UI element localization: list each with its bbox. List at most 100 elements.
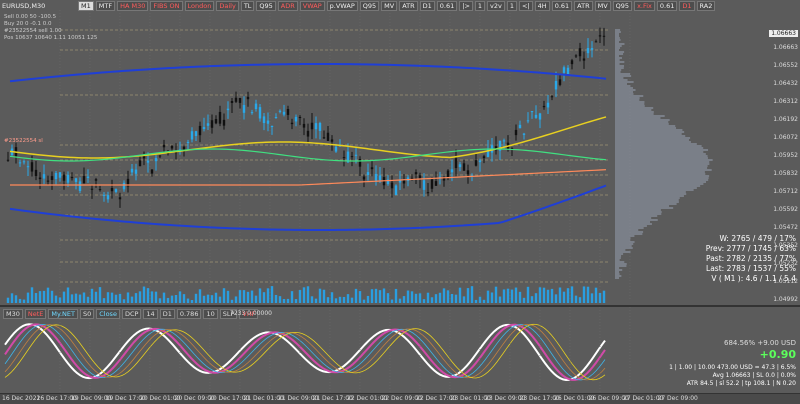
- toolbar-button[interactable]: D1: [419, 1, 435, 11]
- volume-bar: [110, 292, 114, 303]
- candle-body: [570, 60, 574, 65]
- volume-bar: [190, 299, 194, 303]
- volume-bar: [362, 299, 366, 303]
- toolbar-button[interactable]: MV: [381, 1, 398, 11]
- toolbar-button[interactable]: 0.61: [436, 1, 458, 11]
- candle-body: [58, 172, 62, 178]
- candle-body: [366, 172, 370, 175]
- volume-bar: [574, 295, 578, 303]
- toolbar-button[interactable]: Daily: [216, 1, 239, 11]
- info-line: Pos 10637 10640 1.11 10051 125: [4, 35, 98, 41]
- volume-bar: [254, 295, 258, 303]
- toolbar-button[interactable]: ADR: [277, 1, 298, 11]
- toolbar-button[interactable]: RA2: [696, 1, 716, 11]
- volume-bar: [474, 299, 478, 303]
- toolbar-button[interactable]: VWAP: [299, 1, 325, 11]
- volume-bar: [446, 290, 450, 303]
- volume-bar: [174, 294, 178, 303]
- volume-bar: [442, 288, 446, 303]
- price-tick: 1.06072: [773, 134, 798, 141]
- volume-bar: [258, 288, 262, 303]
- indicator-button[interactable]: DCP: [121, 309, 142, 319]
- volume-bar: [142, 286, 146, 303]
- indicator-button[interactable]: 14: [143, 309, 158, 319]
- toolbar-button[interactable]: p.VWAP: [326, 1, 358, 11]
- volume-bar: [10, 293, 14, 303]
- time-axis[interactable]: 16 Dec 2022 16 Dec 17:00 19 Dec 09:00 19 De…: [0, 393, 800, 404]
- candle-body: [350, 156, 354, 158]
- volume-bar: [394, 288, 398, 303]
- volume-bar: [374, 288, 378, 303]
- toolbar-button[interactable]: MTF: [95, 1, 116, 11]
- candle-body: [410, 177, 414, 179]
- toolbar-button[interactable]: Q95: [359, 1, 380, 11]
- candle-body: [82, 176, 86, 184]
- toolbar-button[interactable]: TL: [240, 1, 255, 11]
- main-chart[interactable]: EURUSD,M30 M1 MTF HA M30 FIBS ON London Daily…: [0, 0, 800, 305]
- volume-bar: [34, 293, 38, 303]
- green-ma-line: [9, 148, 607, 162]
- toolbar-button[interactable]: ATR: [574, 1, 593, 11]
- volume-bar: [534, 293, 538, 303]
- toolbar-button[interactable]: 0.61: [551, 1, 573, 11]
- toolbar-button[interactable]: London: [184, 1, 215, 11]
- candle-body: [322, 137, 326, 139]
- toolbar-button[interactable]: ATR: [399, 1, 418, 11]
- indicator-button[interactable]: S0: [79, 309, 95, 319]
- candle-body: [478, 160, 482, 163]
- volume-bar: [490, 292, 494, 303]
- price-tick: 1.05952: [773, 152, 798, 159]
- volume-bar: [90, 288, 94, 303]
- indicator-button[interactable]: 0.786: [176, 309, 202, 319]
- candle-body: [262, 116, 266, 124]
- toolbar-button[interactable]: D1: [679, 1, 695, 11]
- volume-bar: [538, 287, 542, 303]
- candle-body: [374, 173, 378, 181]
- toolbar-button[interactable]: M1: [78, 1, 94, 11]
- volume-bar: [130, 296, 134, 303]
- volume-bar: [138, 291, 142, 303]
- price-tick: 1.05712: [773, 188, 798, 195]
- toolbar-button[interactable]: HA M30: [117, 1, 149, 11]
- candle-body: [30, 162, 34, 172]
- toolbar-button[interactable]: <|: [519, 1, 533, 11]
- order-label: #23522554 sl: [4, 138, 43, 144]
- volume-bar: [322, 289, 326, 303]
- candle-body: [246, 96, 250, 100]
- toolbar-button[interactable]: 4H: [534, 1, 550, 11]
- volume-bar: [386, 293, 390, 303]
- indicator-value: 7233 0.00000: [230, 310, 272, 317]
- indicator-button[interactable]: D1: [159, 309, 175, 319]
- indicator-button[interactable]: 10: [203, 309, 218, 319]
- volume-bar: [494, 286, 498, 303]
- volume-bar: [546, 289, 550, 303]
- volume-bar: [266, 288, 270, 303]
- volume-bar: [50, 290, 54, 303]
- toolbar-button[interactable]: Q95: [256, 1, 276, 11]
- candle-body: [162, 144, 166, 148]
- toolbar-button[interactable]: v2v: [487, 1, 505, 11]
- indicator-button[interactable]: M30: [3, 309, 23, 319]
- toolbar-button[interactable]: 1: [506, 1, 518, 11]
- volume-bar: [294, 299, 298, 303]
- volume-bar: [14, 295, 18, 303]
- indicator-button[interactable]: My.NET: [48, 309, 78, 319]
- toolbar-button[interactable]: FIBS ON: [150, 1, 183, 11]
- candle-body: [502, 140, 506, 142]
- toolbar-button[interactable]: Q95: [612, 1, 633, 11]
- volume-bar: [162, 292, 166, 303]
- toolbar-button[interactable]: 1: [474, 1, 486, 11]
- indicator-button[interactable]: NetE: [24, 309, 47, 319]
- toolbar-button[interactable]: 0.61: [656, 1, 678, 11]
- candle-body: [274, 117, 278, 119]
- volume-bar: [158, 298, 162, 303]
- toolbar-button[interactable]: |>: [459, 1, 473, 11]
- volume-bar: [106, 292, 110, 303]
- candle-body: [198, 125, 202, 136]
- toolbar-button[interactable]: x.Fix: [634, 1, 655, 11]
- toolbar-button[interactable]: MV: [594, 1, 611, 11]
- pnl-line: 1 | 1.00 | 10.00 473.00 USD = 47.3 | 6.5…: [669, 364, 796, 371]
- indicator-button[interactable]: Close: [96, 309, 120, 319]
- candle-body: [270, 125, 274, 128]
- candle-body: [466, 170, 470, 175]
